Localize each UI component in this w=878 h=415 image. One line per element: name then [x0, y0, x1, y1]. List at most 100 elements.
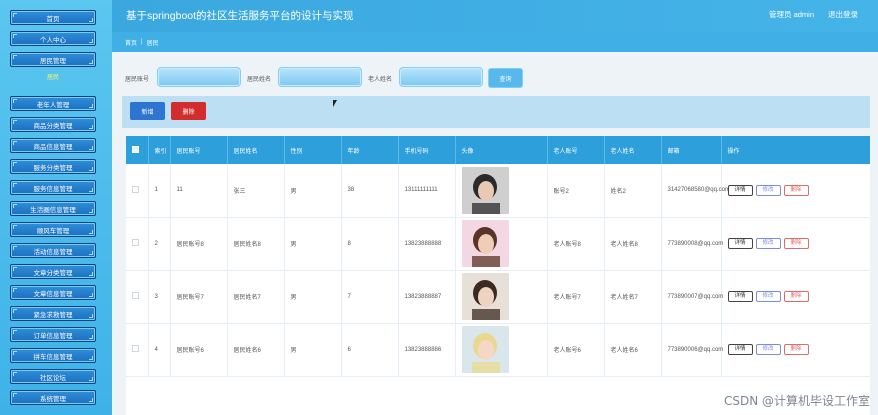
age-cell: 8: [341, 217, 399, 271]
elder-name-label: 老人姓名: [368, 77, 393, 83]
col-gender: 性别: [284, 136, 342, 164]
top-header: 基于springboot的社区生活服务平台的设计与实现 管理员 admin 退出…: [112, 0, 878, 32]
edit-button[interactable]: 修改: [755, 344, 781, 355]
app-title: 基于springboot的社区生活服务平台的设计与实现: [126, 10, 354, 22]
select-all-cell[interactable]: [126, 136, 149, 164]
detail-button[interactable]: 详情: [727, 291, 753, 302]
sidebar-item[interactable]: 个人中心: [10, 31, 96, 46]
avatar: [461, 326, 509, 373]
gender-cell: 男: [284, 164, 342, 218]
resident-table: 索引 居民账号 居民姓名 性别 年龄 手机号码 头像 老人账号 老人姓名 邮箱 …: [126, 136, 870, 415]
breadcrumb-home[interactable]: 首页: [125, 38, 137, 47]
sidebar-item[interactable]: 商品信息管理: [10, 138, 96, 153]
sidebar-item[interactable]: 首页: [10, 10, 96, 25]
avatar-cell: [455, 323, 548, 377]
col-age: 年龄: [341, 136, 399, 164]
resident-account-cell: 居民账号6: [170, 323, 228, 377]
col-resident-account: 居民账号: [170, 136, 228, 164]
age-cell: 7: [341, 270, 399, 324]
detail-button[interactable]: 详情: [727, 238, 753, 249]
sidebar-item[interactable]: 服务分类管理: [10, 159, 96, 174]
resident-account-input[interactable]: [157, 67, 241, 87]
delete-button[interactable]: 删除: [783, 344, 809, 355]
elder-name-cell: 老人姓名6: [604, 323, 662, 377]
actions-cell: 详情 修改 删除: [721, 323, 870, 377]
select-all-checkbox[interactable]: [132, 145, 139, 153]
sidebar-item[interactable]: 商品分类管理: [10, 117, 96, 132]
avatar: [461, 166, 509, 214]
delete-button[interactable]: 删除: [783, 184, 809, 196]
col-elder-name: 老人姓名: [604, 136, 662, 164]
sidebar-item[interactable]: 拼车信息管理: [10, 348, 96, 363]
gender-cell: 男: [284, 217, 342, 271]
sidebar-item[interactable]: 顺风车管理: [10, 222, 96, 237]
watermark: CSDN @计算机毕设工作室: [723, 394, 870, 408]
index-cell: 2: [148, 217, 171, 271]
detail-button[interactable]: 详情: [727, 344, 753, 355]
resident-name-cell: 张三: [227, 164, 285, 218]
sidebar-item[interactable]: 活动信息管理: [10, 243, 96, 258]
row-checkbox[interactable]: [132, 345, 139, 352]
sidebar-subitem[interactable]: 居民: [10, 70, 96, 82]
edit-button[interactable]: 修改: [755, 291, 781, 302]
table-row: 4 居民账号6 居民姓名6 男 6 13823888886 老人账号6 老人姓名6 773890…: [126, 323, 870, 377]
logout-link[interactable]: 退出登录: [828, 9, 858, 20]
sidebar-item[interactable]: 文章分类管理: [10, 264, 96, 279]
col-index: 索引: [148, 136, 171, 164]
elder-name-input[interactable]: [399, 67, 483, 87]
elder-account-cell: 老人账号8: [547, 217, 605, 271]
sidebar-item[interactable]: 服务信息管理: [10, 180, 96, 195]
row-checkbox-cell: [126, 217, 149, 271]
email-cell: 773890006@qq.com: [661, 323, 723, 377]
actions-cell: 详情 修改 删除: [721, 164, 870, 218]
sidebar-item[interactable]: 生活圈信息管理: [10, 201, 96, 216]
sidebar-item[interactable]: 居民管理: [10, 52, 96, 67]
col-resident-name: 居民姓名: [227, 136, 285, 164]
sidebar: 首页个人中心居民管理居民老年人管理商品分类管理 商品信息管理 服务分类管理 服务信息管…: [0, 0, 112, 415]
elder-account-cell: 老人账号7: [547, 270, 605, 324]
avatar-cell: [455, 164, 548, 218]
avatar: [461, 220, 509, 267]
delete-button[interactable]: 删除: [783, 291, 809, 302]
avatar-cell: [455, 217, 548, 271]
sidebar-item[interactable]: 系统管理: [10, 390, 96, 405]
resident-name-label: 居民姓名: [247, 77, 272, 83]
row-checkbox[interactable]: [132, 292, 139, 299]
table-row: 2 居民账号8 居民姓名8 男 8 13823888888 老人账号8 老人姓名8 773890…: [126, 217, 870, 271]
table-row: 1 11 张三男 38 13111111111 账号2 姓名2 31427068580@qq.…: [126, 164, 870, 218]
batch-delete-button[interactable]: 删除: [171, 102, 206, 120]
sidebar-item[interactable]: 文章信息管理: [10, 285, 96, 300]
delete-button[interactable]: 删除: [783, 238, 809, 249]
index-cell: 1: [148, 164, 171, 218]
add-button[interactable]: 新增: [130, 102, 165, 120]
index-cell: 4: [148, 323, 171, 377]
phone-cell: 13823888887: [398, 270, 456, 324]
elder-account-cell: 账号2: [547, 164, 605, 218]
age-cell: 38: [341, 164, 399, 218]
col-actions: 操作: [721, 136, 870, 164]
row-checkbox[interactable]: [132, 239, 139, 246]
col-email: 邮箱: [661, 136, 722, 164]
col-phone: 手机号码: [398, 136, 456, 164]
row-checkbox-cell: [126, 270, 149, 324]
elder-name-cell: 老人姓名8: [604, 217, 662, 271]
resident-name-input[interactable]: [278, 67, 362, 87]
breadcrumb-current: 居民: [146, 40, 159, 47]
edit-button[interactable]: 修改: [755, 184, 781, 196]
row-checkbox[interactable]: [132, 185, 139, 193]
sidebar-item[interactable]: 社区论坛: [10, 369, 96, 384]
sidebar-item[interactable]: 老年人管理: [10, 96, 96, 111]
search-button[interactable]: 查询: [488, 68, 523, 88]
resident-name-cell: 居民姓名8: [227, 217, 285, 271]
elder-account-cell: 老人账号6: [547, 323, 605, 377]
edit-button[interactable]: 修改: [755, 238, 781, 249]
resident-name-cell: 居民姓名6: [227, 323, 285, 377]
resident-account-cell: 11: [170, 164, 228, 218]
phone-cell: 13823888888: [398, 217, 456, 271]
detail-button[interactable]: 详情: [727, 184, 753, 196]
sidebar-item[interactable]: 紧急求救管理: [10, 306, 96, 321]
mouse-cursor-icon: [333, 100, 337, 107]
sidebar-item[interactable]: 订单信息管理: [10, 327, 96, 342]
current-user: 管理员 admin: [768, 10, 814, 19]
email-cell: 773890007@qq.com: [661, 270, 723, 324]
